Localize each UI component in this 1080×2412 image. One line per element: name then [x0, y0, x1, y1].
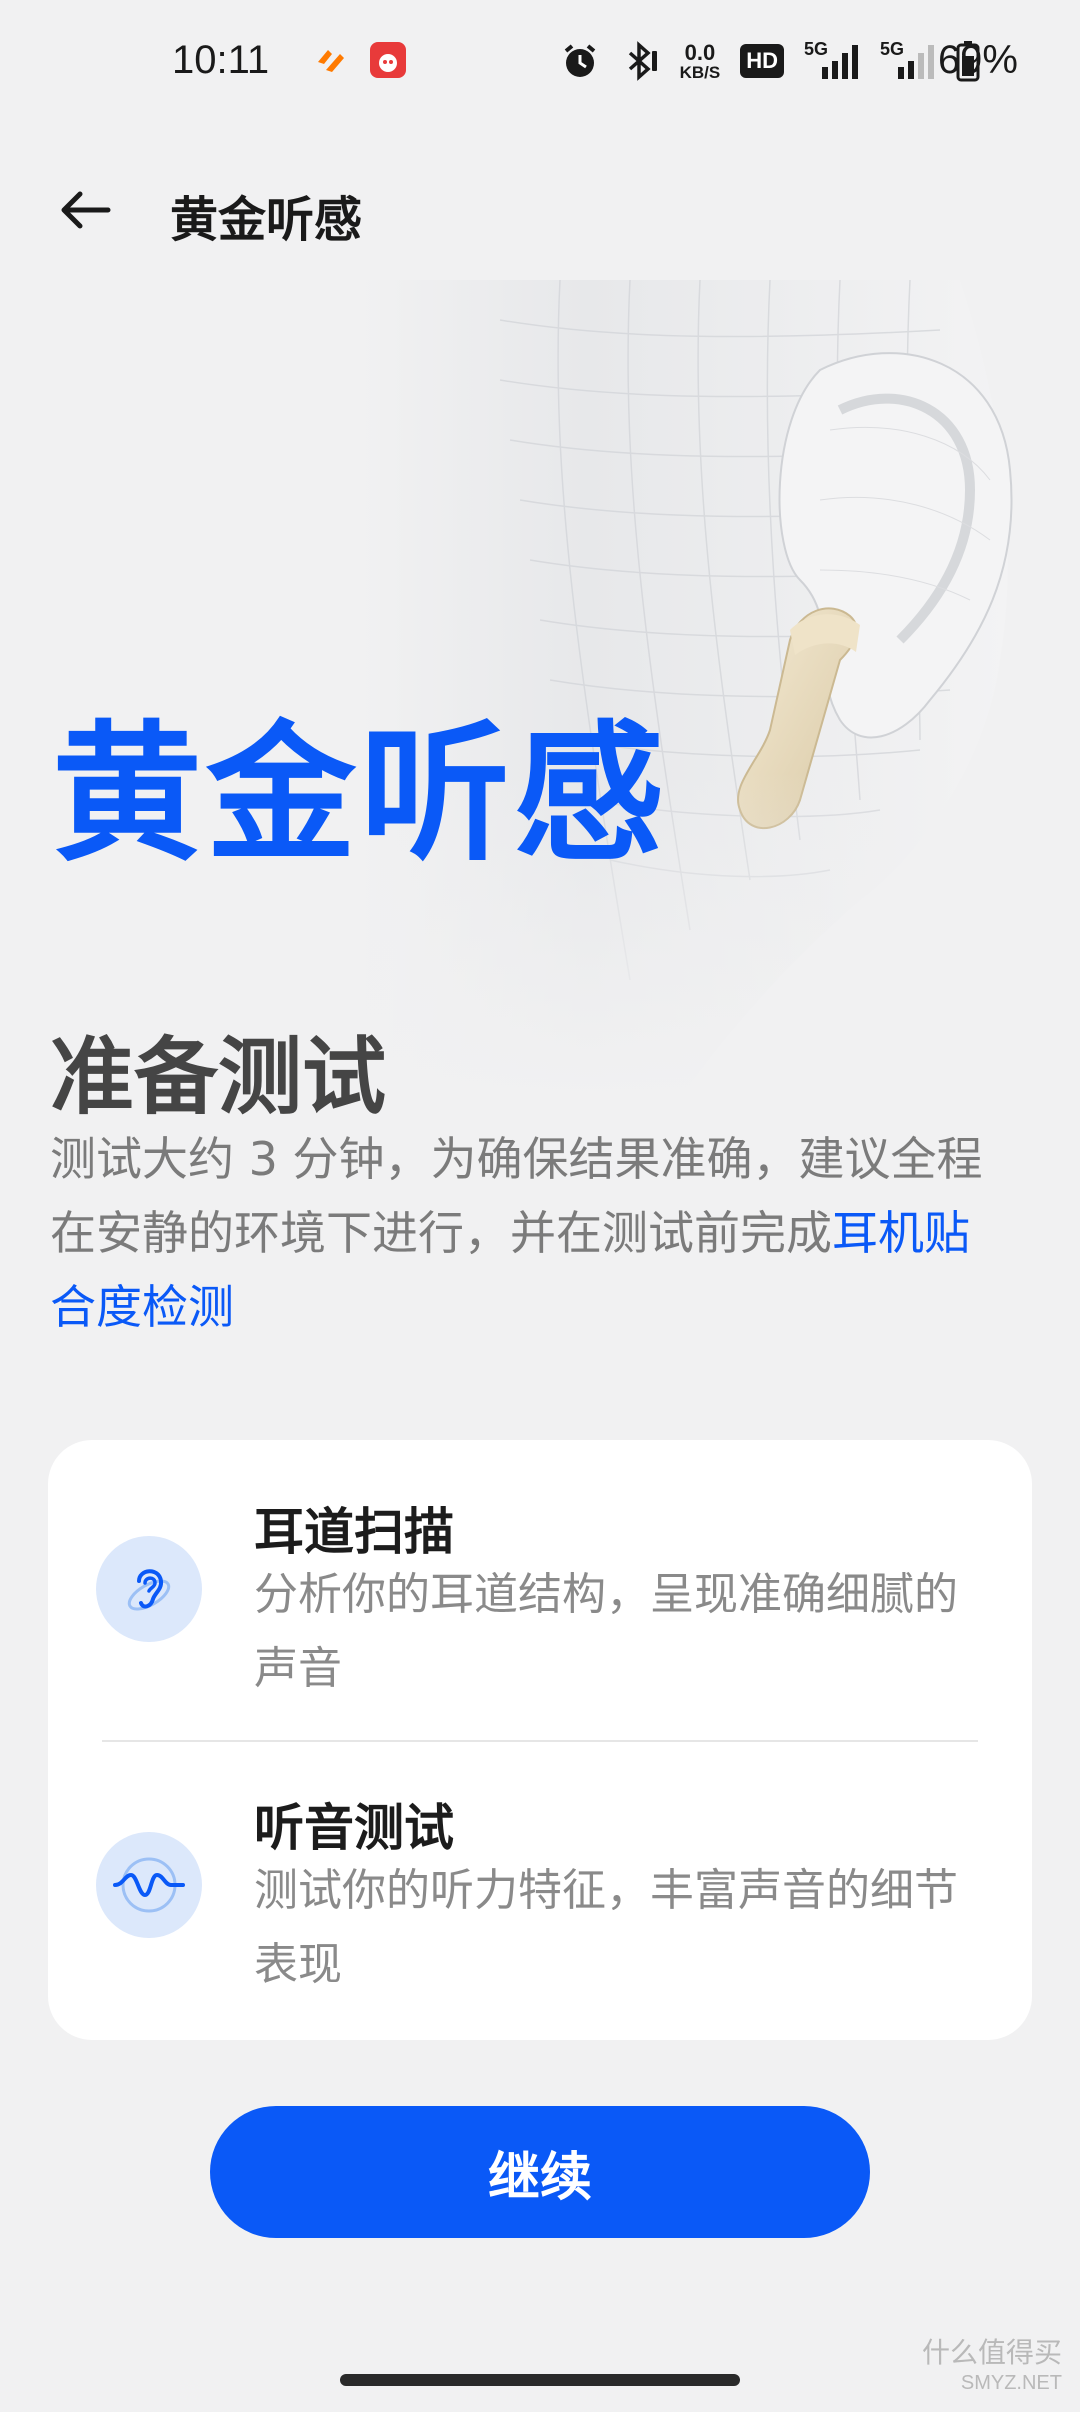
feature-desc: 分析你的耳道结构，呈现准确细腻的声音: [254, 1569, 958, 1694]
net-speed-value: 0.0: [684, 39, 716, 65]
feature-desc: 测试你的听力特征，丰富声音的细节表现: [254, 1865, 958, 1990]
arrow-left-icon: [61, 191, 111, 229]
sound-wave-icon: [96, 1832, 202, 1938]
status-icons: 0.0 KB/S HD 5G 5G: [560, 36, 980, 86]
hero-title: 黄金听感: [52, 708, 669, 882]
title-bar: 黄金听感: [0, 150, 1080, 270]
ear-icon: [96, 1536, 202, 1642]
hd-label: HD: [740, 44, 784, 78]
signal-5g-icon: 5G: [804, 40, 860, 81]
watermark-line1: 什么值得买: [921, 2337, 1062, 2368]
feature-title: 听音测试: [254, 1799, 454, 1857]
signal-5g-icon-2: 5G: [880, 40, 936, 81]
section-title: 准备测试: [50, 1028, 387, 1126]
page-title: 黄金听感: [170, 192, 363, 248]
continue-button[interactable]: 继续: [210, 2106, 870, 2238]
status-time: 10:11: [172, 38, 270, 82]
alarm-icon: [560, 41, 600, 81]
golden-hearing-screen: 10:11 0.0 KB/S HD 5G 5G 69% 黄金听感 黄金听感 准备…: [0, 0, 1080, 2412]
feature-ear-scan: 耳道扫描 分析你的耳道结构，呈现准确细腻的声音: [48, 1440, 1032, 1740]
battery-percent: 69%: [937, 38, 1018, 82]
app-notification-icon: [370, 42, 406, 78]
net-speed-unit: KB/S: [679, 62, 721, 82]
bluetooth-icon: [620, 41, 660, 81]
home-indicator[interactable]: [340, 2374, 740, 2386]
head-with-earbud-illustration: [300, 279, 1080, 1100]
feature-hearing-test: 听音测试 测试你的听力特征，丰富声音的细节表现: [48, 1740, 1032, 2040]
net-speed: 0.0 KB/S: [680, 41, 721, 81]
hd-icon: HD: [740, 41, 784, 81]
description: 测试大约 3 分钟，为确保结果准确，建议全程在安静的环境下进行，并在测试前完成耳…: [50, 1122, 1010, 1344]
watermark: 什么值得买 SMYZ.NET: [922, 2338, 1062, 2398]
status-bar: 10:11 0.0 KB/S HD 5G 5G 69%: [0, 0, 1080, 124]
watermark-line2: SMYZ.NET: [960, 2372, 1062, 2394]
features-card: 耳道扫描 分析你的耳道结构，呈现准确细腻的声音 听音测试 测试你的听力特征，丰富…: [48, 1440, 1032, 2040]
feature-title: 耳道扫描: [254, 1503, 454, 1561]
back-button[interactable]: [48, 172, 124, 248]
taobao-app-icon: [312, 42, 348, 78]
